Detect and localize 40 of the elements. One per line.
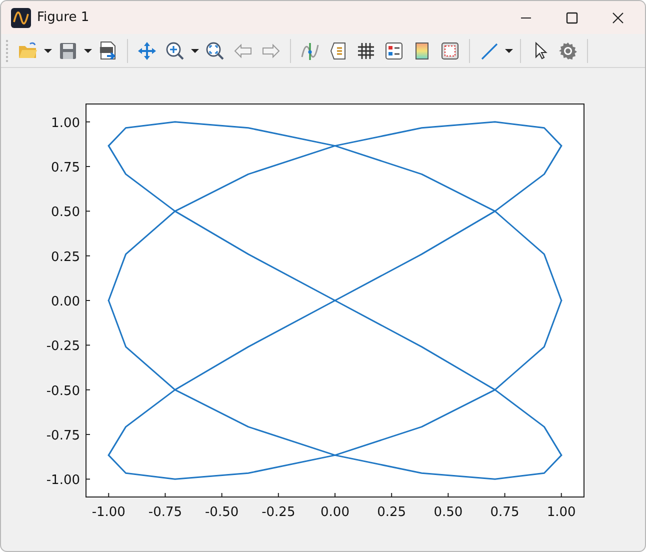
y-tick-label: -1.00 bbox=[46, 473, 80, 488]
y-tick bbox=[86, 344, 90, 346]
y-tick bbox=[86, 434, 90, 435]
y-tick-label: -0.25 bbox=[46, 339, 80, 354]
x-tick-label: -0.25 bbox=[262, 505, 296, 520]
x-tick-label: -0.75 bbox=[148, 505, 182, 520]
x-tick-label: -1.00 bbox=[92, 505, 126, 520]
x-tick bbox=[108, 492, 110, 498]
y-tick-label: 0.75 bbox=[51, 160, 80, 176]
x-tick bbox=[448, 492, 449, 498]
x-tick bbox=[278, 492, 279, 498]
y-tick bbox=[86, 389, 90, 390]
maximize-icon[interactable] bbox=[566, 12, 578, 24]
x-tick-label: 1.00 bbox=[546, 505, 576, 520]
y-tick-label: 0.50 bbox=[51, 205, 80, 220]
y-tick-label: 1.00 bbox=[51, 116, 80, 131]
y-tick-label: 0.00 bbox=[51, 294, 80, 310]
y-tick bbox=[86, 478, 90, 480]
x-tick bbox=[504, 492, 506, 498]
app-icon bbox=[11, 8, 31, 28]
y-tick-label: -0.75 bbox=[46, 428, 80, 444]
close-icon[interactable] bbox=[612, 12, 624, 24]
x-tick-label: 0.00 bbox=[320, 505, 350, 520]
y-tick-label: -0.50 bbox=[46, 384, 80, 399]
x-tick-label: 0.25 bbox=[377, 505, 406, 520]
x-tick bbox=[334, 492, 336, 498]
y-tick bbox=[86, 121, 90, 122]
y-tick bbox=[86, 300, 90, 301]
y-tick-label: 0.25 bbox=[51, 250, 80, 265]
x-tick bbox=[221, 492, 222, 498]
x-tick bbox=[560, 492, 562, 498]
x-tick-label: 0.75 bbox=[490, 505, 520, 520]
x-tick-label: -0.50 bbox=[205, 505, 239, 520]
window-title: Figure 1 bbox=[37, 10, 90, 25]
y-tick bbox=[86, 166, 90, 168]
y-tick bbox=[86, 255, 90, 256]
y-tick bbox=[86, 210, 90, 212]
x-tick bbox=[164, 492, 166, 498]
x-tick bbox=[391, 492, 392, 498]
x-tick-label: 0.50 bbox=[434, 505, 463, 520]
